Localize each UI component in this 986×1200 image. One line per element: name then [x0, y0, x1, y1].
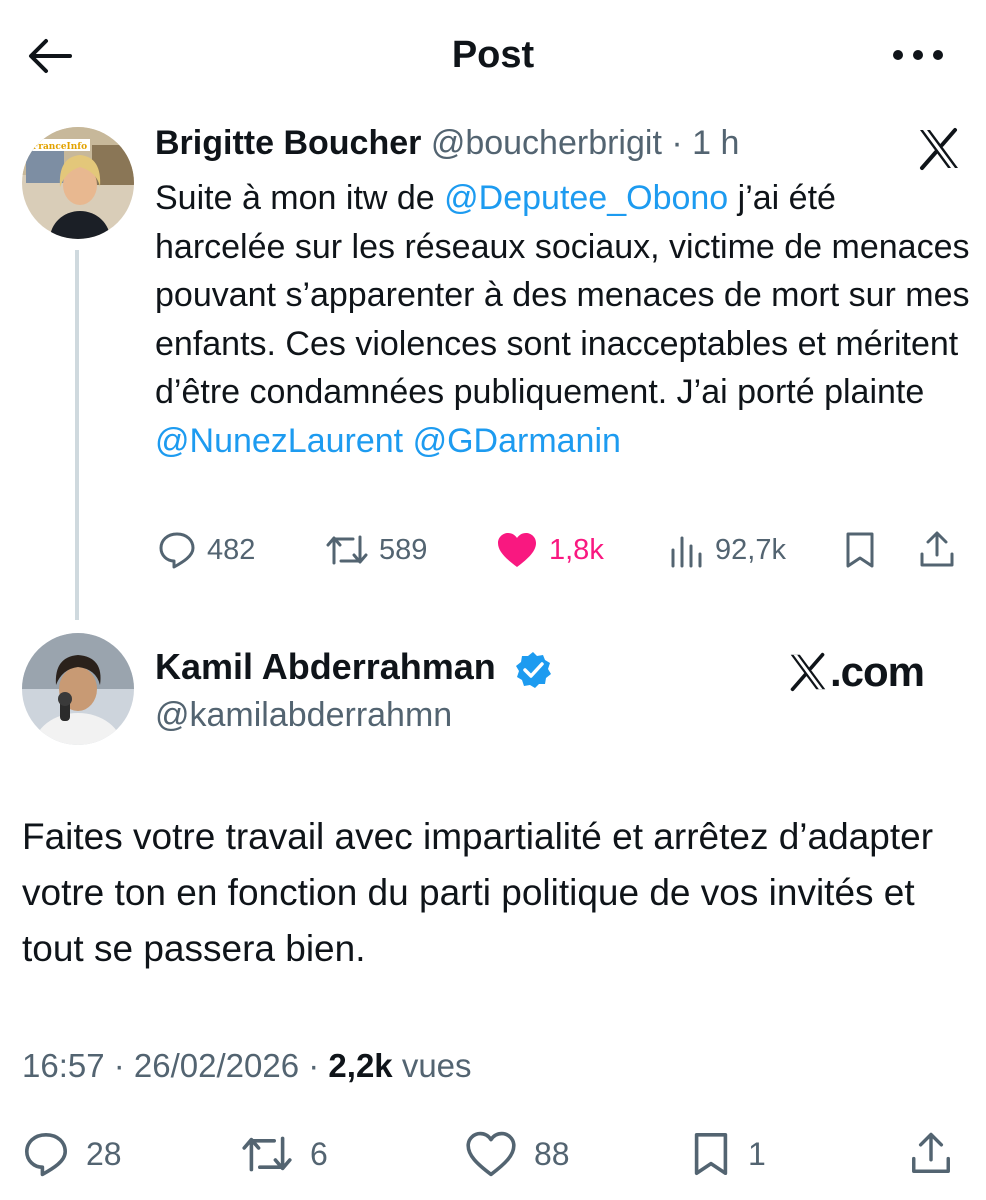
thread-line	[75, 250, 79, 620]
quoted-share-button[interactable]	[917, 525, 957, 575]
mention-link[interactable]: @NunezLaurent	[155, 422, 403, 460]
post-views-count: 2,2k	[328, 1047, 393, 1084]
post-text: Faites votre travail avec impartialité e…	[22, 816, 934, 969]
separator-dot: ·	[661, 124, 693, 162]
reply-icon	[25, 1133, 67, 1177]
reply-count: 482	[207, 533, 256, 566]
reply-icon	[159, 532, 195, 569]
repost-count: 6	[310, 1135, 328, 1172]
like-count: 88	[534, 1135, 570, 1172]
views-icon	[671, 536, 702, 568]
repost-count: 589	[379, 533, 428, 566]
repost-button[interactable]: 6	[240, 1124, 328, 1184]
quoted-header: Brigitte Boucher @boucherbrigit · 1 h	[155, 124, 739, 163]
quoted-text: Suite à mon itw de @Deputee_Obono j’ai é…	[155, 179, 970, 460]
repost-icon	[242, 1136, 292, 1172]
like-button[interactable]: 88	[464, 1124, 570, 1184]
bookmark-icon	[694, 1133, 728, 1175]
heart-icon	[498, 533, 536, 567]
quoted-avatar[interactable]: FranceInfo	[22, 127, 134, 239]
quoted-timestamp[interactable]: 1 h	[692, 124, 739, 162]
share-icon	[912, 1132, 950, 1173]
top-bar: Post	[0, 0, 986, 110]
quoted-bookmark-button[interactable]	[843, 525, 877, 575]
mention-link[interactable]: @Deputee_Obono	[444, 179, 728, 217]
author-name[interactable]: Kamil Abderrahman	[155, 646, 496, 688]
quoted-like-button[interactable]: 1,8k	[495, 525, 604, 575]
heart-icon	[466, 1131, 516, 1177]
bookmark-button[interactable]: 1	[690, 1124, 766, 1184]
post-action-bar: 28 6 88 1	[0, 1124, 986, 1184]
reply-count: 28	[86, 1135, 122, 1172]
bookmark-count: 1	[748, 1135, 766, 1172]
post-time[interactable]: 16:57	[22, 1047, 105, 1084]
post-views-label: vues	[392, 1047, 472, 1084]
verified-icon	[513, 650, 553, 690]
views-count: 92,7k	[715, 533, 786, 566]
quoted-views-button[interactable]: 92,7k	[669, 525, 786, 575]
post-metadata: 16:57 · 26/02/2026 · 2,2k vues	[22, 1047, 472, 1084]
share-icon	[920, 531, 954, 567]
quoted-action-bar: 482 589 1,8k 92,7k	[155, 525, 975, 575]
quoted-reply-button[interactable]: 482	[157, 525, 255, 575]
watermark-text: .com	[830, 648, 925, 695]
reply-button[interactable]: 28	[22, 1124, 122, 1184]
mention-link[interactable]: @GDarmanin	[413, 422, 621, 460]
quoted-repost-button[interactable]: 589	[325, 525, 427, 575]
xcom-watermark: .com	[788, 648, 925, 696]
avatar-brand-text: FranceInfo	[32, 142, 87, 152]
like-count: 1,8k	[549, 533, 604, 566]
quoted-author-handle[interactable]: @boucherbrigit	[431, 124, 662, 162]
repost-icon	[326, 535, 368, 565]
bookmark-icon	[846, 532, 874, 568]
x-logo-icon	[917, 127, 961, 171]
page-title: Post	[451, 34, 535, 76]
share-button[interactable]	[908, 1124, 954, 1184]
quoted-author-name[interactable]: Brigitte Boucher	[155, 124, 421, 162]
post-date[interactable]: 26/02/2026	[134, 1047, 299, 1084]
more-icon[interactable]	[888, 40, 948, 70]
author-handle[interactable]: @kamilabderrahmn	[155, 696, 452, 735]
x-logo-icon	[790, 652, 826, 692]
author-avatar[interactable]	[22, 633, 134, 745]
